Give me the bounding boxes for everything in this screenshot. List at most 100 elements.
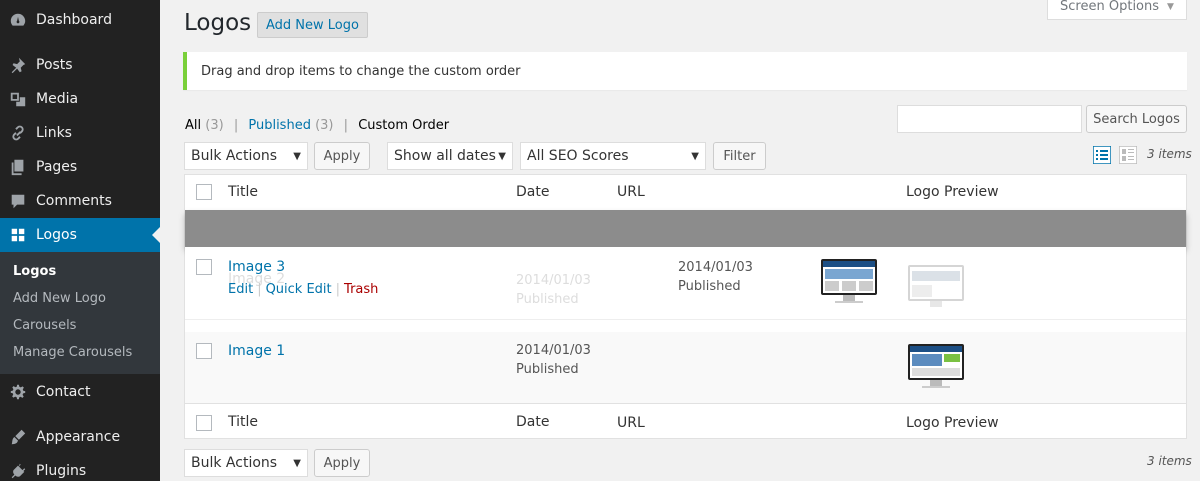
column-footer-date[interactable]: Date bbox=[516, 414, 549, 430]
grid-icon bbox=[0, 226, 36, 244]
media-icon bbox=[0, 90, 36, 108]
seo-score-select[interactable]: All SEO Scores ▼ bbox=[520, 142, 706, 170]
date-filter-label: Show all dates bbox=[394, 148, 496, 164]
logos-table: Title Date URL Logo Preview Image 2 Imag… bbox=[184, 174, 1187, 439]
search-input[interactable] bbox=[897, 105, 1082, 133]
search-logos-button[interactable]: Search Logos bbox=[1086, 105, 1187, 133]
sidebar-item-label: Pages bbox=[36, 159, 78, 175]
submenu-item-logos[interactable]: Logos bbox=[13, 264, 56, 279]
sidebar-item-media[interactable]: Media bbox=[0, 82, 160, 116]
chevron-down-icon: ▼ bbox=[293, 151, 301, 162]
submenu-item-carousels[interactable]: Carousels bbox=[13, 318, 76, 333]
column-header-logo-preview: Logo Preview bbox=[906, 184, 999, 200]
plug-icon bbox=[0, 462, 36, 480]
sidebar-item-label: Links bbox=[36, 125, 72, 141]
brush-icon bbox=[0, 428, 36, 446]
notice-message: Drag and drop items to change the custom… bbox=[183, 52, 1187, 90]
sidebar-item-label: Posts bbox=[36, 57, 73, 73]
sidebar-item-label: Media bbox=[36, 91, 79, 107]
chevron-down-icon: ▼ bbox=[293, 458, 301, 469]
select-all-checkbox-footer[interactable] bbox=[196, 415, 212, 431]
logo-preview-thumbnail bbox=[821, 259, 877, 303]
dashboard-icon bbox=[0, 11, 36, 29]
column-footer-logo-preview: Logo Preview bbox=[906, 415, 999, 431]
sidebar-item-label: Plugins bbox=[36, 463, 87, 479]
logo-preview-thumbnail bbox=[908, 344, 964, 388]
list-view-icon[interactable] bbox=[1093, 146, 1111, 164]
link-icon bbox=[0, 124, 36, 142]
caret-down-icon: ▼ bbox=[1167, 1, 1174, 12]
row-title-link[interactable]: Image 3 bbox=[228, 259, 285, 275]
quick-edit-link[interactable]: Quick Edit bbox=[266, 282, 332, 297]
drag-placeholder bbox=[185, 210, 1186, 247]
filter-all-link[interactable]: All bbox=[185, 118, 201, 133]
bulk-actions-label: Bulk Actions bbox=[191, 148, 278, 164]
filter-published-count: (3) bbox=[315, 118, 334, 133]
sidebar-item-label: Appearance bbox=[36, 429, 121, 445]
sidebar-item-contact[interactable]: Contact bbox=[0, 375, 160, 409]
filter-button[interactable]: Filter bbox=[713, 142, 766, 170]
row-status: Published bbox=[678, 279, 741, 294]
sidebar-item-label: Logos bbox=[36, 227, 77, 243]
row-title-link[interactable]: Image 1 bbox=[228, 343, 285, 359]
logos-submenu: Logos Add New Logo Carousels Manage Caro… bbox=[0, 252, 160, 374]
sidebar-item-plugins[interactable]: Plugins bbox=[0, 454, 160, 481]
pages-icon bbox=[0, 158, 36, 176]
sidebar-item-comments[interactable]: Comments bbox=[0, 184, 160, 218]
column-footer-url: URL bbox=[617, 415, 645, 431]
trash-link[interactable]: Trash bbox=[344, 282, 378, 297]
row-checkbox[interactable] bbox=[196, 343, 212, 359]
page-title: Logos bbox=[184, 10, 252, 36]
apply-button-bottom[interactable]: Apply bbox=[314, 449, 370, 477]
column-header-url: URL bbox=[617, 184, 645, 200]
sidebar-item-posts[interactable]: Posts bbox=[0, 48, 160, 82]
items-count-bottom: 3 items bbox=[1147, 454, 1192, 468]
row-date: 2014/01/03 bbox=[678, 260, 753, 275]
seo-score-label: All SEO Scores bbox=[527, 148, 629, 164]
sidebar-item-pages[interactable]: Pages bbox=[0, 150, 160, 184]
select-all-checkbox[interactable] bbox=[196, 184, 212, 200]
row-actions: Edit | Quick Edit | Trash bbox=[228, 282, 379, 297]
filter-all-count: (3) bbox=[205, 118, 224, 133]
filter-separator: | bbox=[343, 118, 349, 133]
column-header-title[interactable]: Title bbox=[228, 184, 258, 200]
row-date: 2014/01/03 bbox=[516, 343, 591, 358]
apply-button-top[interactable]: Apply bbox=[314, 142, 370, 170]
row-checkbox[interactable] bbox=[196, 259, 212, 275]
sidebar-item-links[interactable]: Links bbox=[0, 116, 160, 150]
gear-icon bbox=[0, 383, 36, 401]
submenu-item-manage-carousels[interactable]: Manage Carousels bbox=[13, 345, 132, 360]
ghost-status: Published bbox=[516, 292, 579, 307]
ghost-date: 2014/01/03 bbox=[516, 273, 591, 288]
screen-options-button[interactable]: Screen Options ▼ bbox=[1047, 0, 1187, 20]
sidebar-item-label: Comments bbox=[36, 193, 112, 209]
items-count-top: 3 items bbox=[1147, 147, 1192, 161]
excerpt-view-icon[interactable] bbox=[1119, 146, 1137, 164]
sidebar-item-dashboard[interactable]: Dashboard bbox=[0, 3, 160, 37]
column-footer-title[interactable]: Title bbox=[228, 414, 258, 430]
status-filter-links: All (3) | Published (3) | Custom Order bbox=[185, 118, 449, 133]
edit-link[interactable]: Edit bbox=[228, 282, 253, 297]
filter-published-link[interactable]: Published bbox=[248, 118, 311, 133]
sidebar-item-label: Contact bbox=[36, 384, 91, 400]
sidebar-item-logos[interactable]: Logos bbox=[0, 218, 160, 252]
table-row: Image 1 2014/01/03 Published bbox=[185, 332, 1186, 404]
submenu-item-add-new-logo[interactable]: Add New Logo bbox=[13, 291, 106, 306]
sidebar-item-appearance[interactable]: Appearance bbox=[0, 420, 160, 454]
filter-custom-order-link[interactable]: Custom Order bbox=[358, 118, 449, 133]
ghost-logo-preview-thumbnail bbox=[908, 265, 964, 307]
row-status: Published bbox=[516, 362, 579, 377]
date-filter-select[interactable]: Show all dates ▼ bbox=[387, 142, 513, 170]
pin-icon bbox=[0, 56, 36, 74]
table-row: Image 2 Image 3 Edit | Quick Edit | Trash 20… bbox=[185, 247, 1186, 320]
bulk-actions-select-bottom[interactable]: Bulk Actions ▼ bbox=[184, 449, 308, 477]
comment-icon bbox=[0, 192, 36, 210]
add-new-logo-button[interactable]: Add New Logo bbox=[257, 12, 368, 38]
column-header-date[interactable]: Date bbox=[516, 184, 549, 200]
filter-separator: | bbox=[233, 118, 239, 133]
bulk-actions-select-top[interactable]: Bulk Actions ▼ bbox=[184, 142, 308, 170]
screen-options-label: Screen Options bbox=[1060, 0, 1160, 14]
chevron-down-icon: ▼ bbox=[691, 151, 699, 162]
sidebar-item-label: Dashboard bbox=[36, 12, 112, 28]
chevron-down-icon: ▼ bbox=[498, 151, 506, 162]
